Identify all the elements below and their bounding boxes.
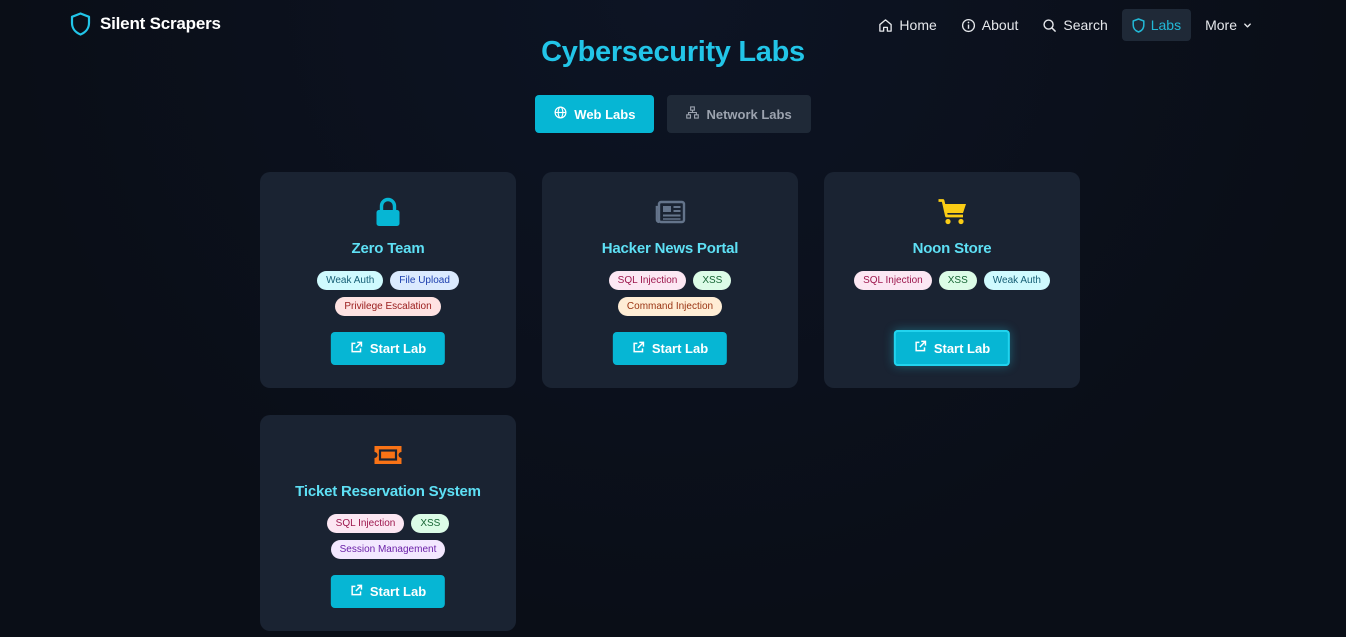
tag: Command Injection <box>617 297 723 316</box>
network-icon <box>686 106 700 122</box>
tag-list: SQL Injection XSS Session Management <box>288 514 488 559</box>
tag: Privilege Escalation <box>335 297 441 316</box>
search-icon <box>1042 18 1057 33</box>
tag: XSS <box>938 271 977 290</box>
brand[interactable]: Silent Scrapers <box>70 12 221 36</box>
lab-title: Zero Team <box>351 240 425 257</box>
tag: Session Management <box>330 540 446 559</box>
nav-more-label: More <box>1205 17 1237 33</box>
home-icon <box>878 18 893 33</box>
nav-search-label: Search <box>1063 17 1108 33</box>
start-lab-label: Start Lab <box>369 584 427 599</box>
tag: SQL Injection <box>608 271 687 290</box>
lock-icon <box>260 196 516 228</box>
tab-network-labs-label: Network Labs <box>706 106 792 122</box>
tag: SQL Injection <box>326 514 405 533</box>
external-link-icon <box>914 340 927 356</box>
tag-list: SQL Injection XSS Command Injection <box>570 271 770 316</box>
start-lab-button[interactable]: Start Lab <box>330 332 446 365</box>
globe-icon <box>554 106 567 122</box>
lab-category-tabs: Web Labs Network Labs <box>0 95 1346 133</box>
tag-list: SQL Injection XSS Weak Auth <box>852 271 1052 290</box>
page-title: Cybersecurity Labs <box>541 36 805 68</box>
chevron-down-icon <box>1243 21 1252 30</box>
lab-title: Hacker News Portal <box>601 240 739 257</box>
external-link-icon <box>632 341 645 357</box>
tab-network-labs[interactable]: Network Labs <box>667 95 811 133</box>
page: Silent Scrapers Home About Search Labs M… <box>0 0 1346 637</box>
info-icon <box>961 18 976 33</box>
tag: XSS <box>693 271 732 290</box>
tag: SQL Injection <box>854 271 932 290</box>
start-lab-label: Start Lab <box>369 341 427 356</box>
nav-home-label: Home <box>899 17 937 33</box>
start-lab-button[interactable]: Start Lab <box>893 330 1011 366</box>
lab-card-ticket-reservation-system: Ticket Reservation System SQL Injection … <box>260 415 516 631</box>
shield-icon <box>1132 17 1145 33</box>
shield-icon <box>70 12 91 36</box>
lab-title: Noon Store <box>912 240 992 257</box>
cart-icon <box>824 196 1080 228</box>
start-lab-label: Start Lab <box>933 340 991 356</box>
nav-labs-label: Labs <box>1150 17 1182 33</box>
start-lab-button[interactable]: Start Lab <box>612 332 728 365</box>
tab-web-labs-label: Web Labs <box>574 106 636 122</box>
external-link-icon <box>350 584 363 600</box>
tab-web-labs[interactable]: Web Labs <box>535 95 655 133</box>
tag-list: Weak Auth File Upload Privilege Escalati… <box>288 271 488 316</box>
tag: File Upload <box>390 271 459 290</box>
ticket-icon <box>260 439 516 471</box>
lab-card-hacker-news-portal: Hacker News Portal SQL Injection XSS Com… <box>542 172 798 388</box>
lab-card-noon-store: Noon Store SQL Injection XSS Weak Auth S… <box>824 172 1080 388</box>
nav-about-label: About <box>981 17 1019 33</box>
start-lab-button[interactable]: Start Lab <box>330 575 446 608</box>
brand-name: Silent Scrapers <box>100 14 221 33</box>
newspaper-icon <box>542 196 798 228</box>
start-lab-label: Start Lab <box>651 341 709 356</box>
tag: Weak Auth <box>317 271 384 290</box>
tag: Weak Auth <box>983 271 1050 290</box>
tag: XSS <box>411 514 450 533</box>
lab-card-zero-team: Zero Team Weak Auth File Upload Privileg… <box>260 172 516 388</box>
external-link-icon <box>350 341 363 357</box>
lab-title: Ticket Reservation System <box>295 483 481 500</box>
